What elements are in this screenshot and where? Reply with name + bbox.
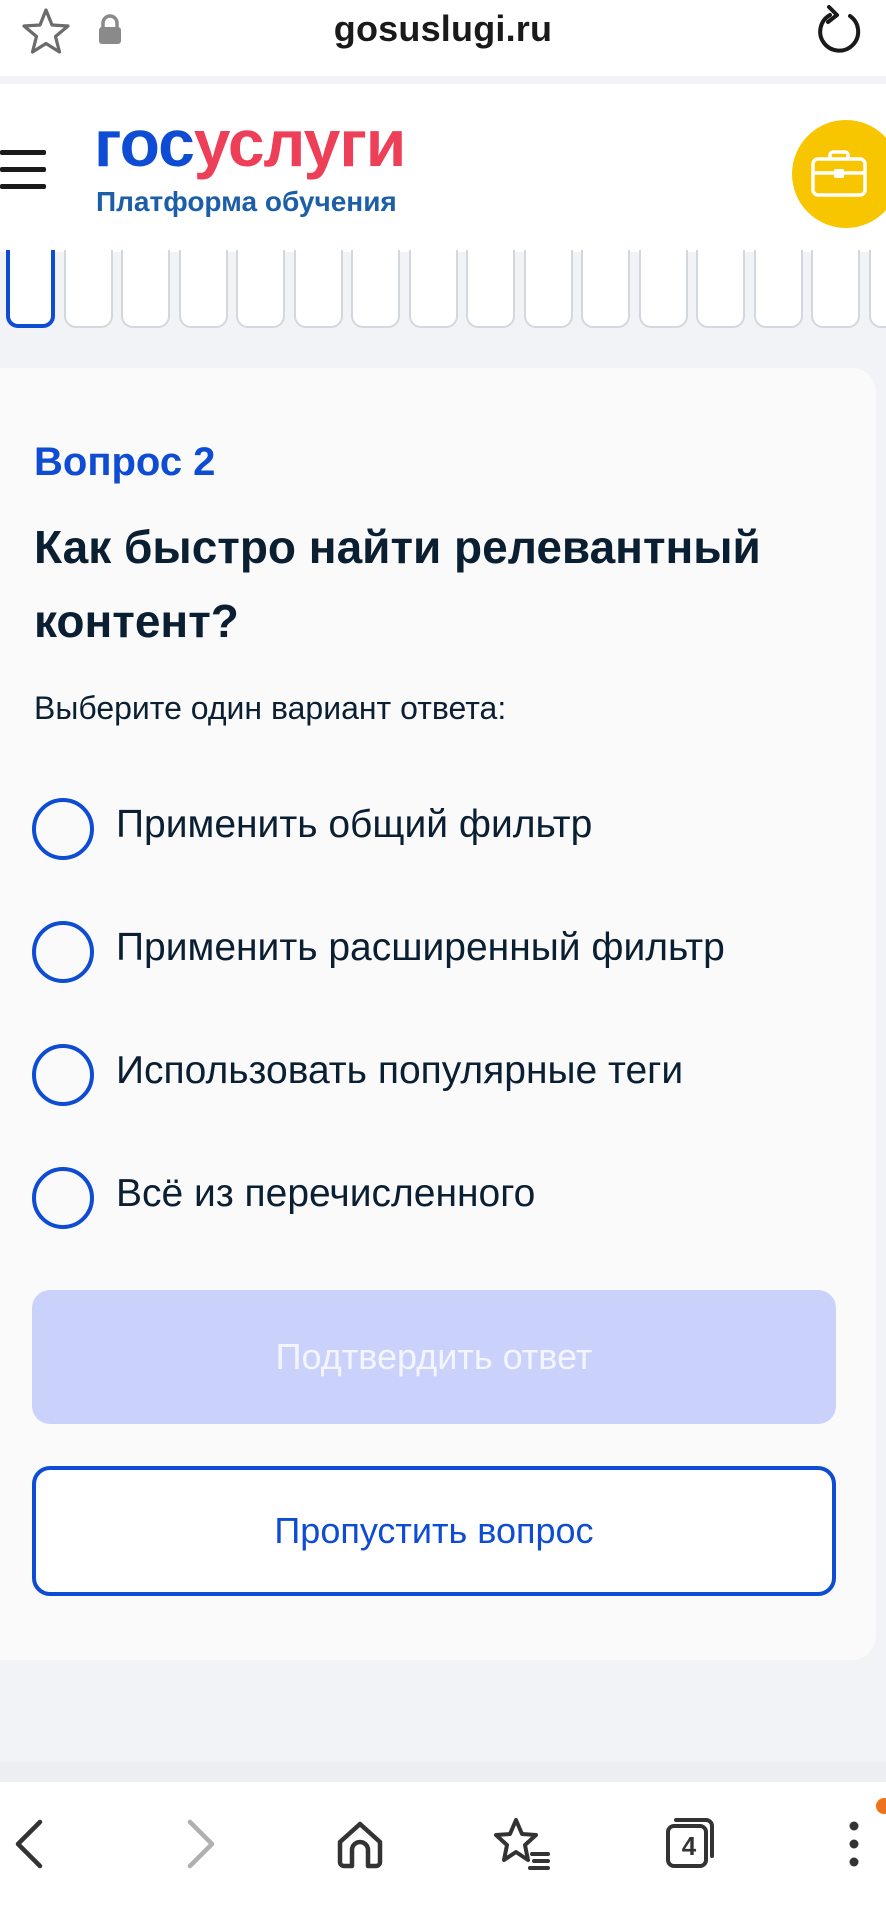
favorites-icon[interactable]: [490, 1812, 554, 1876]
site-header: госуслуги Платформа обучения: [0, 84, 886, 252]
tab-count: 4: [681, 1830, 697, 1861]
logo[interactable]: госуслуги: [94, 110, 406, 176]
bottom-separator: [0, 1762, 886, 1782]
progress-step[interactable]: [466, 250, 515, 328]
reload-icon[interactable]: [812, 2, 866, 58]
briefcase-icon: [811, 150, 867, 197]
skip-question-button[interactable]: Пропустить вопрос: [32, 1466, 836, 1596]
progress-step[interactable]: [868, 250, 886, 328]
home-icon[interactable]: [328, 1812, 392, 1876]
back-icon[interactable]: [0, 1812, 64, 1876]
radio-button[interactable]: [32, 1044, 94, 1106]
logo-subtitle: Платформа обучения: [96, 186, 397, 217]
radio-button[interactable]: [32, 798, 94, 860]
progress-step[interactable]: [638, 250, 688, 328]
answer-option-1[interactable]: Применить общий фильтр: [32, 797, 832, 861]
radio-button[interactable]: [32, 921, 94, 983]
progress-step[interactable]: [523, 250, 573, 328]
browser-bottom-nav: 4: [0, 1782, 886, 1920]
logo-part-uslugi: услуги: [193, 106, 407, 180]
progress-step[interactable]: [63, 250, 113, 328]
forward-icon[interactable]: [166, 1812, 230, 1876]
progress-step[interactable]: [581, 250, 630, 328]
more-icon[interactable]: [824, 1812, 884, 1876]
radio-button[interactable]: [32, 1167, 94, 1229]
answer-option-4[interactable]: Всё из перечисленного: [32, 1166, 832, 1230]
confirm-answer-button[interactable]: Подтвердить ответ: [32, 1290, 836, 1424]
progress-step[interactable]: [753, 250, 803, 328]
progress-step[interactable]: [178, 250, 228, 328]
question-hint: Выберите один вариант ответа:: [34, 690, 507, 726]
browser-top-bar: gosuslugi.ru: [0, 0, 886, 76]
question-progress: [6, 250, 886, 328]
question-title: Как быстро найти релевантный контент?: [34, 521, 761, 647]
progress-step[interactable]: [293, 250, 343, 328]
answer-option-3[interactable]: Использовать популярные теги: [32, 1043, 832, 1107]
briefcase-button[interactable]: [792, 120, 886, 228]
answer-option-label: Использовать популярные теги: [116, 1049, 684, 1092]
progress-step[interactable]: [408, 250, 458, 328]
answer-option-label: Всё из перечисленного: [116, 1172, 536, 1215]
hamburger-menu-icon[interactable]: [0, 150, 48, 190]
progress-step[interactable]: [121, 250, 170, 328]
progress-step[interactable]: [351, 250, 400, 328]
logo-part-gos: гос: [94, 106, 195, 180]
address-bar-url[interactable]: gosuslugi.ru: [0, 8, 886, 50]
progress-step[interactable]: [236, 250, 285, 328]
answer-option-2[interactable]: Применить расширенный фильтр: [32, 920, 832, 984]
question-number: Вопрос 2: [34, 440, 216, 484]
progress-step[interactable]: [811, 250, 860, 328]
answer-option-label: Применить расширенный фильтр: [116, 926, 725, 969]
tabs-button[interactable]: 4: [656, 1812, 720, 1876]
answer-option-label: Применить общий фильтр: [116, 803, 593, 846]
progress-step[interactable]: [6, 250, 55, 328]
notification-dot: [876, 1798, 886, 1814]
progress-step[interactable]: [696, 250, 745, 328]
